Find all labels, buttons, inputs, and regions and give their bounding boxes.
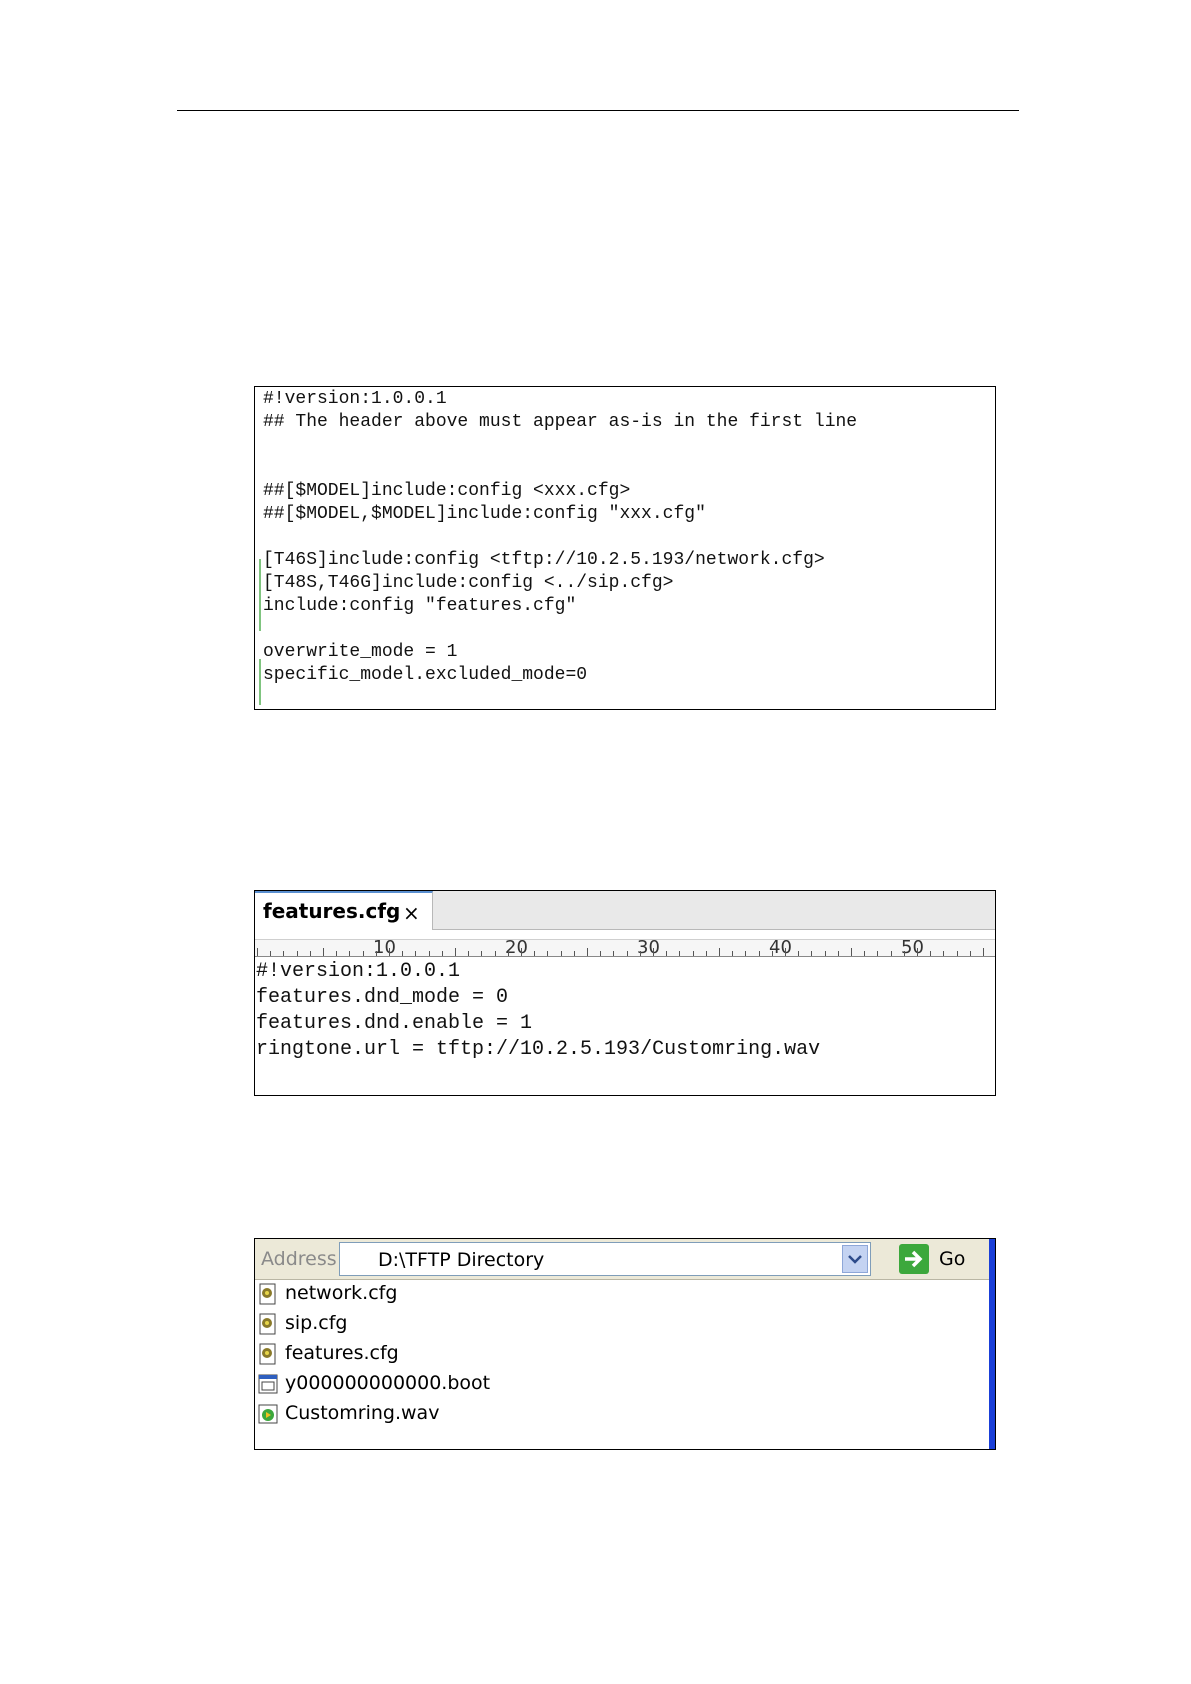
ruler-tick [969,951,971,956]
code-line: ##[$MODEL,$MODEL]include:config "xxx.cfg… [263,504,706,524]
ruler-tick [534,951,536,956]
config-file-icon [259,1343,276,1365]
address-label: Address [261,1248,337,1270]
page-header-rule [177,110,1019,111]
ruler-tick [573,951,575,956]
ruler-tick [494,951,496,956]
go-arrow-icon[interactable] [899,1244,929,1274]
address-bar: Address D:\TFTP Directory Go [255,1239,989,1280]
ruler-tick [507,951,509,956]
editor-tab-strip: features.cfg × [255,891,995,930]
ruler-tick [428,951,430,956]
ruler-tick [771,951,773,956]
ruler-tick [745,951,747,956]
ruler-tick [837,951,839,956]
ruler-tick [600,951,602,956]
editor-line: features.dnd.enable = 1 [256,1012,533,1035]
ruler-tick [349,951,351,956]
ruler-tick [639,951,641,956]
config-file-icon [259,1313,276,1335]
code-line: specific_model.excluded_mode=0 [263,665,588,685]
ruler-tick [270,951,272,956]
ruler-tick [653,948,654,956]
ruler-tick [455,948,456,956]
ruler-tick [692,951,694,956]
code-line: #!version:1.0.0.1 [263,389,447,409]
ruler-tick [309,951,311,956]
ruler-tick [296,951,298,956]
tab-features-cfg[interactable]: features.cfg × [255,891,433,930]
editor-line: ringtone.url = tftp://10.2.5.193/Customr… [256,1038,821,1061]
file-name: sip.cfg [285,1312,348,1334]
ruler-tick [521,948,522,956]
chevron-down-icon [848,1255,862,1264]
ruler-tick [362,951,364,956]
ruler-tick [626,951,628,956]
code-line: [T48S,T46G]include:config <../sip.cfg> [263,573,674,593]
ruler-tick [468,951,470,956]
editor-line: features.dnd_mode = 0 [256,986,509,1009]
ruler-tick [798,951,800,956]
address-value: D:\TFTP Directory [378,1249,545,1271]
window-edge [989,1239,995,1449]
ruler-tick [785,948,786,956]
ruler-tick [547,951,549,956]
figure-tftp-directory-explorer: Address D:\TFTP Directory Go network.cfg [254,1238,996,1450]
ruler-tick [679,951,681,956]
ruler-tick [758,951,760,956]
ruler-tick [587,948,588,956]
file-name: y000000000000.boot [285,1372,491,1394]
change-marker [259,659,261,705]
ruler-tick [811,951,813,956]
ruler-tick [732,951,734,956]
ruler-tick [389,948,390,956]
ruler-tick [890,951,892,956]
ruler-tick [864,951,866,956]
ruler-tick [943,951,945,956]
code-line: include:config "features.cfg" [263,596,577,616]
ruler-tick [851,948,852,956]
code-line: [T46S]include:config <tftp://10.2.5.193/… [263,550,825,570]
ruler-tick [283,951,285,956]
change-marker [259,559,261,631]
ruler-tick [323,948,324,956]
ruler-tick [481,951,483,956]
ruler-tick [983,948,984,956]
code-line: overwrite_mode = 1 [263,642,458,662]
ruler-tick [956,951,958,956]
config-file-icon [259,1283,276,1305]
editor-ruler: 10 20 30 40 50 [255,937,995,958]
file-name: Customring.wav [285,1402,440,1424]
file-name: network.cfg [285,1282,398,1304]
ruler-tick [257,948,258,956]
ruler-tick [719,948,720,956]
figure-features-cfg-editor: features.cfg × 10 20 30 40 50 #!version:… [254,890,996,1096]
ruler-tick [917,948,918,956]
address-input[interactable]: D:\TFTP Directory [339,1242,871,1276]
go-button[interactable]: Go [939,1248,965,1270]
ruler-tick [613,951,615,956]
editor-line: #!version:1.0.0.1 [256,960,461,983]
ruler-tick [824,951,826,956]
ruler-tick [877,951,879,956]
address-dropdown-button[interactable] [842,1245,868,1273]
figure-common-config-snippet: #!version:1.0.0.1 ## The header above mu… [254,386,996,710]
ruler-tick [375,951,377,956]
ruler-tick [666,951,668,956]
code-line: ## The header above must appear as-is in… [263,412,858,432]
ruler-tick [415,951,417,956]
boot-file-icon [258,1374,278,1394]
ruler-tick [930,951,932,956]
tab-label: features.cfg [263,899,401,923]
code-line: ##[$MODEL]include:config <xxx.cfg> [263,481,631,501]
close-icon[interactable]: × [403,901,420,925]
ruler-tick [903,951,905,956]
ruler-tick [441,951,443,956]
ruler-tick [560,951,562,956]
audio-file-icon [258,1404,278,1424]
ruler-tick [336,951,338,956]
file-name: features.cfg [285,1342,399,1364]
ruler-tick [705,951,707,956]
ruler-tick [402,951,404,956]
